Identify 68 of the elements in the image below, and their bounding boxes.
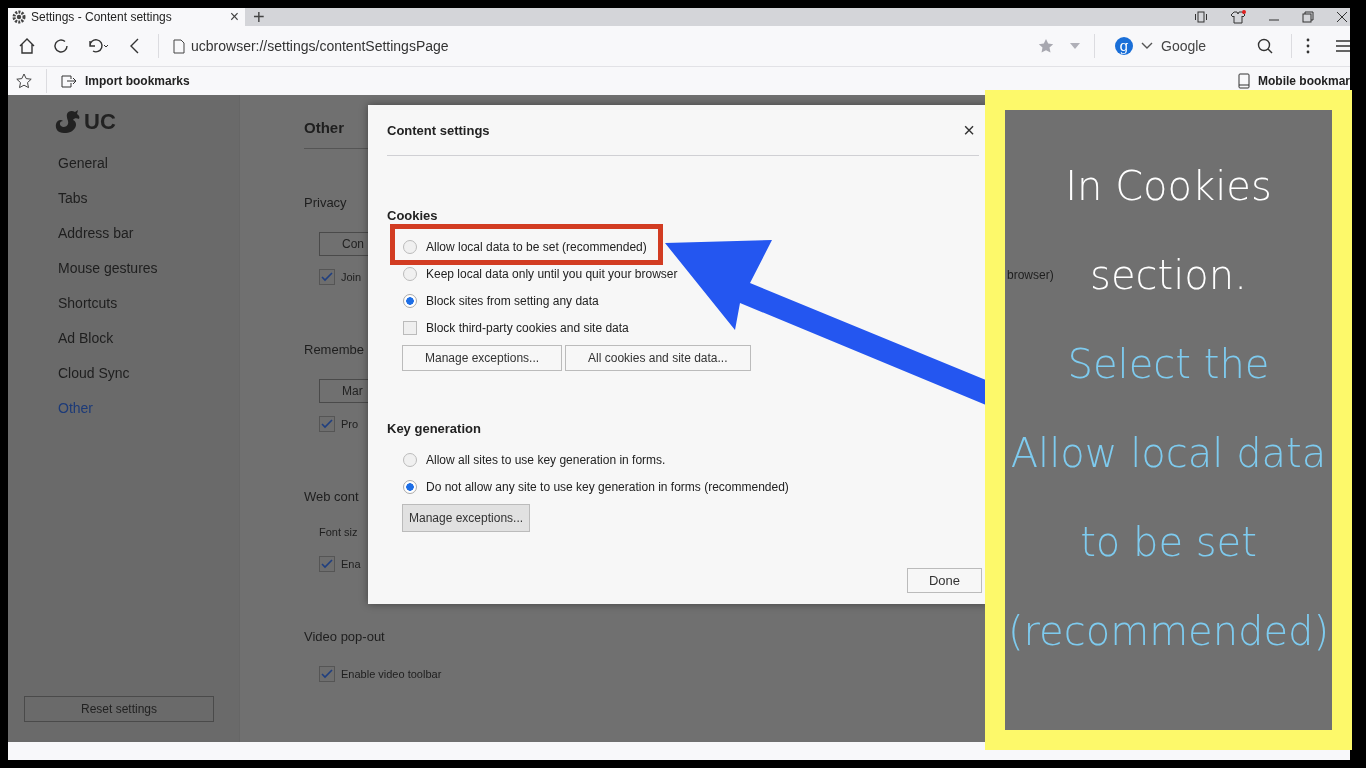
option-label: Allow local data to be set (recommended) — [426, 239, 647, 254]
annotation-text: to be set — [1080, 518, 1257, 567]
annotation-text: Allow local data — [1010, 429, 1327, 478]
field-label: Font siz — [319, 526, 358, 538]
radio-button[interactable] — [403, 293, 417, 308]
done-button[interactable]: Done — [907, 568, 982, 593]
vibrate-icon[interactable] — [1194, 10, 1208, 24]
checkbox[interactable] — [319, 416, 335, 432]
close-button[interactable]: × — [959, 118, 979, 142]
dialog-button[interactable]: All cookies and site data... — [565, 345, 751, 371]
option-label: Allow all sites to use key generation in forms. — [426, 452, 666, 467]
annotation-text: Select the — [1067, 340, 1270, 389]
address-bar[interactable]: ucbrowser://settings/contentSettingsPage — [191, 38, 449, 54]
search-icon[interactable] — [1257, 38, 1273, 54]
option-label: Keep local data only until you quit your browser — [426, 266, 678, 281]
close-tab-button[interactable]: × — [223, 8, 245, 26]
section-heading: Remembe — [304, 342, 364, 357]
import-bookmarks-link[interactable]: Import bookmarks — [85, 74, 190, 88]
shirt-icon[interactable] — [1230, 10, 1246, 24]
section-heading: Privacy — [304, 195, 347, 210]
radio-button[interactable] — [403, 239, 417, 254]
section-heading: Cookies — [387, 208, 438, 223]
menu-icon[interactable] — [1336, 39, 1350, 53]
checkbox-label: Enable video toolbar — [341, 668, 442, 680]
section-heading: Video pop-out — [304, 629, 385, 644]
option-label: Do not allow any site to use key generation in forms (recommended) — [426, 479, 789, 494]
search-engine-badge[interactable]: g — [1115, 37, 1133, 55]
logo-text: UC — [84, 109, 116, 135]
checkbox[interactable] — [403, 320, 417, 335]
mobile-bookmarks-link[interactable]: Mobile bookmar — [1258, 74, 1350, 88]
checkbox-label: Join — [341, 271, 362, 283]
radio-button[interactable] — [403, 479, 417, 494]
home-icon[interactable] — [18, 37, 36, 55]
search-engine-name[interactable]: Google — [1161, 38, 1249, 54]
dialog-button[interactable]: Manage exceptions... — [402, 504, 531, 532]
section-heading: Key generation — [387, 421, 481, 436]
more-icon[interactable] — [1306, 38, 1310, 54]
chevron-icon[interactable] — [1141, 42, 1153, 50]
annotation-text: In Cookies — [1065, 162, 1272, 211]
checkbox-label: Pro — [341, 418, 359, 430]
restore-icon[interactable] — [1302, 11, 1314, 23]
import-icon — [61, 74, 77, 88]
page-title: Other — [304, 119, 344, 136]
checkbox[interactable] — [319, 556, 335, 572]
browser-tab[interactable]: Settings - Content settings × — [8, 8, 245, 26]
annotation-text: section. — [1090, 251, 1247, 300]
annotation-text: (recommended) — [1007, 607, 1330, 656]
option-label: Block third-party cookies and site data — [426, 320, 629, 335]
option-text: browser) — [1007, 268, 1054, 282]
gear-icon — [12, 10, 26, 24]
checkbox[interactable] — [319, 269, 335, 285]
dialog-title: Content settings — [387, 122, 490, 138]
radio-button[interactable] — [403, 266, 417, 281]
undo-icon[interactable] — [86, 37, 110, 55]
reload-icon[interactable] — [52, 37, 70, 55]
checkbox-label: Ena — [341, 558, 361, 570]
star-icon[interactable] — [1038, 38, 1054, 54]
section-heading: Web cont — [304, 489, 359, 504]
page-icon — [173, 38, 185, 54]
tab-title: Settings - Content settings — [31, 10, 173, 24]
dialog-button[interactable]: Manage exceptions... — [402, 345, 563, 371]
phone-icon — [1238, 73, 1250, 89]
radio-button[interactable] — [403, 452, 417, 467]
new-tab-button[interactable]: + — [245, 8, 273, 26]
close-icon[interactable] — [1336, 11, 1348, 23]
star-outline-icon[interactable] — [16, 73, 32, 89]
checkbox[interactable] — [319, 666, 335, 682]
option-label: Block sites from setting any data — [426, 293, 599, 308]
